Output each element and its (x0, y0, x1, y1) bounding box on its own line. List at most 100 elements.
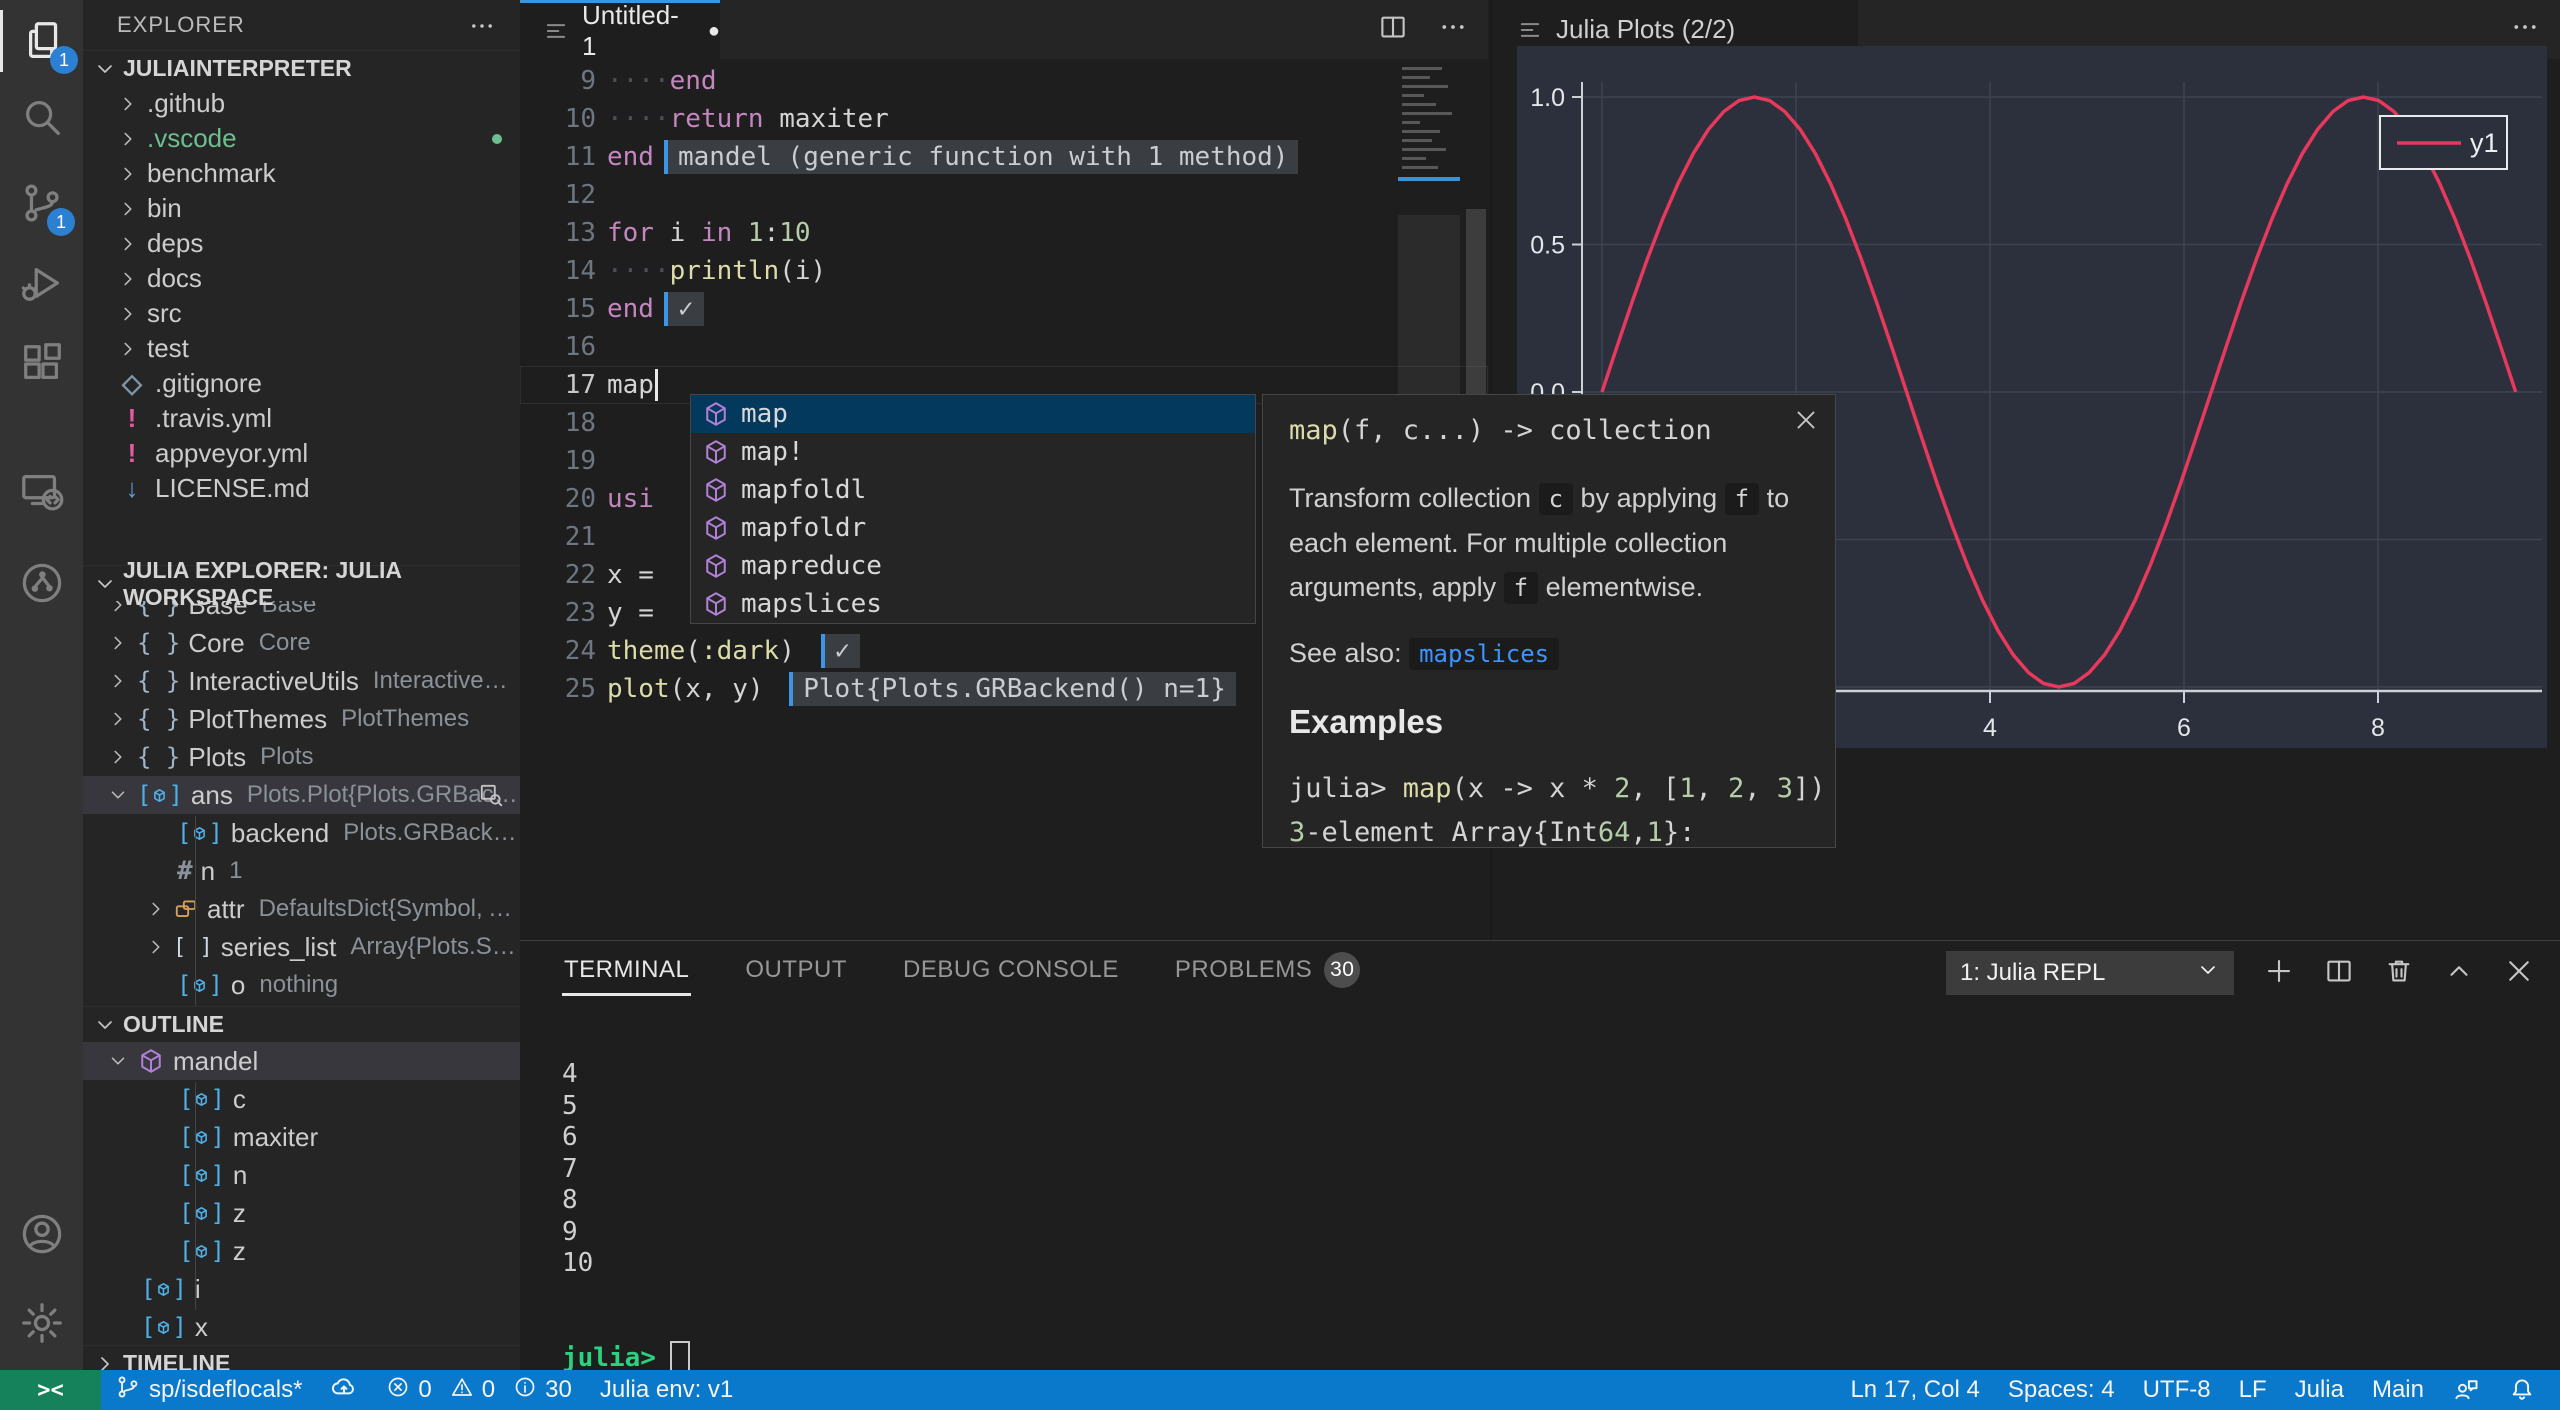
activitybar-remote-explorer-icon[interactable] (0, 460, 83, 522)
tree-item-bin[interactable]: bin (83, 191, 520, 226)
panel-tab-terminal[interactable]: TERMINAL (562, 942, 692, 998)
split-editor-icon[interactable] (1378, 12, 1408, 47)
open-preview-icon[interactable] (478, 782, 504, 808)
section-header-juliainterpreter[interactable]: JULIAINTERPRETER (83, 50, 520, 86)
tree-item-PlotThemes[interactable]: { } PlotThemes PlotThemes (83, 700, 520, 738)
tree-item-x[interactable]: [] x (83, 1308, 520, 1346)
mapslices-link[interactable]: mapslices (1409, 638, 1560, 670)
tree-item-z[interactable]: [] z (83, 1232, 520, 1270)
statusbar-spaces-4[interactable]: Spaces: 4 (1994, 1370, 2129, 1410)
suggest-item-mapreduce[interactable]: mapreduce (691, 547, 1255, 585)
sync-button[interactable] (316, 1370, 372, 1410)
tree-item-benchmark[interactable]: benchmark (83, 156, 520, 191)
tree-item-src[interactable]: src (83, 296, 520, 331)
code-line-11[interactable]: 11 end mandel (generic function with 1 met… (520, 138, 1488, 176)
code-line-12[interactable]: 12 (520, 176, 1488, 214)
activitybar-source-control-icon[interactable]: 1 (0, 172, 83, 236)
tree-item-mandel[interactable]: mandel (83, 1042, 520, 1080)
code-line-10[interactable]: 10 ···· return maxiter (520, 100, 1488, 138)
statusbar-julia[interactable]: Julia (2281, 1370, 2358, 1410)
tree-item-Plots[interactable]: { } Plots Plots (83, 738, 520, 776)
section-project: JULIAINTERPRETER .github .vscode benchmark… (83, 50, 520, 506)
struct-icon: [] (177, 819, 223, 847)
svg-text:y1: y1 (2470, 128, 2499, 158)
code-line-16[interactable]: 16 (520, 328, 1488, 366)
close-icon[interactable] (1793, 407, 1819, 438)
tree-item-Core[interactable]: { } Core Core (83, 624, 520, 662)
feedback-button[interactable] (2438, 1370, 2494, 1410)
activitybar-settings-icon[interactable] (0, 1292, 83, 1354)
tree-item-.gitignore[interactable]: ◇ .gitignore (83, 366, 520, 401)
chevron (124, 307, 132, 320)
tree-item-docs[interactable]: docs (83, 261, 520, 296)
git-branch[interactable]: sp/isdeflocals* (101, 1370, 316, 1410)
section-header-julia-workspace[interactable]: JULIA EXPLORER: JULIA WORKSPACE (83, 557, 520, 610)
tree-item-appveyor.yml[interactable]: ! appveyor.yml (83, 436, 520, 471)
more-actions-icon[interactable] (2510, 12, 2540, 47)
terminal-output[interactable]: 4 5 6 7 8 9 10 (562, 1059, 593, 1280)
activitybar-search-icon[interactable] (0, 86, 83, 148)
new-terminal-icon[interactable] (2264, 956, 2294, 991)
statusbar-main[interactable]: Main (2358, 1370, 2438, 1410)
tree-item-deps[interactable]: deps (83, 226, 520, 261)
tab-untitled-1[interactable]: Untitled-1 ● (520, 0, 720, 61)
tree-item-series_list[interactable]: [ ] series_list Array{Plots.Seri... (83, 928, 520, 966)
maximize-panel-icon[interactable] (2444, 956, 2474, 991)
kill-terminal-icon[interactable] (2384, 956, 2414, 991)
notifications-button[interactable] (2494, 1370, 2550, 1410)
line-number: 11 (564, 142, 596, 172)
tree-item-z[interactable]: [] z (83, 1194, 520, 1232)
chevron-right-icon (107, 632, 129, 654)
close-panel-icon[interactable] (2504, 956, 2534, 991)
terminal-selector[interactable]: 1: Julia REPL (1946, 951, 2234, 995)
tree-item-.vscode[interactable]: .vscode (83, 121, 520, 156)
tree-item-n[interactable]: [] n (83, 1156, 520, 1194)
activitybar-explorer-icon[interactable]: 1 (0, 10, 86, 74)
tree-item-n[interactable]: # n 1 (83, 852, 520, 890)
suggest-item-mapslices[interactable]: mapslices (691, 585, 1255, 623)
tree-item-o[interactable]: [] o nothing (83, 966, 520, 1004)
tree-item-InteractiveUtils[interactable]: { } InteractiveUtils InteractiveUtils (83, 662, 520, 700)
code-line-9[interactable]: 9 ···· end (520, 62, 1488, 100)
code-line-13[interactable]: 13 for i in 1:10 (520, 214, 1488, 252)
item-label: InteractiveUtils (188, 665, 359, 696)
code-line-14[interactable]: 14 ···· println (i) (520, 252, 1488, 290)
section-header-outline[interactable]: OUTLINE (83, 1006, 520, 1042)
tree-item-maxiter[interactable]: [] maxiter (83, 1118, 520, 1156)
suggest-item-map[interactable]: map (691, 395, 1255, 433)
item-label: n (200, 855, 216, 886)
code-line-15[interactable]: 15 end ✓ (520, 290, 1488, 328)
activitybar-account-icon[interactable] (0, 1203, 83, 1265)
namespace-icon: { } (137, 667, 181, 695)
panel-tab-output[interactable]: OUTPUT (743, 942, 849, 998)
julia-env[interactable]: Julia env: v1 (586, 1370, 747, 1410)
tree-item-backend[interactable]: []backend Plots.GRBackend() (83, 814, 520, 852)
tree-item-.travis.yml[interactable]: ! .travis.yml (83, 401, 520, 436)
sidebar-more-actions-icon[interactable] (468, 12, 496, 46)
section-timeline: TIMELINE (83, 1345, 520, 1370)
activitybar-run-debug-icon[interactable] (0, 252, 83, 314)
suggest-item-map![interactable]: map! (691, 433, 1255, 471)
tree-item-i[interactable]: [] i (83, 1270, 520, 1308)
panel-tab-problems[interactable]: PROBLEMS 30 (1173, 938, 1362, 1002)
tree-item-test[interactable]: test (83, 331, 520, 366)
tree-item-c[interactable]: [] c (83, 1080, 520, 1118)
tree-item-LICENSE.md[interactable]: ↓ LICENSE.md (83, 471, 520, 506)
more-actions-icon[interactable] (1438, 12, 1468, 47)
statusbar-ln-17-col-4[interactable]: Ln 17, Col 4 (1836, 1370, 1993, 1410)
split-terminal-icon[interactable] (2324, 956, 2354, 991)
tree-item-attr[interactable]: attr DefaultsDict{Symbol, A... (83, 890, 520, 928)
activitybar-extensions-icon[interactable] (0, 332, 83, 394)
section-header-timeline[interactable]: TIMELINE (83, 1345, 520, 1370)
remote-indicator[interactable]: >< (0, 1370, 101, 1410)
tree-item-.github[interactable]: .github (83, 86, 520, 121)
statusbar-utf-8[interactable]: UTF-8 (2129, 1370, 2225, 1410)
panel-tab-debug-console[interactable]: DEBUG CONSOLE (901, 942, 1121, 998)
suggest-item-mapfoldl[interactable]: mapfoldl (691, 471, 1255, 509)
activitybar-julia-icon[interactable] (0, 552, 83, 614)
inline-result: mandel (generic function with 1 method) (663, 140, 1299, 174)
tree-item-ans[interactable]: [] ans Plots.Plot{Plots.GRBack... (83, 776, 520, 814)
statusbar-lf[interactable]: LF (2225, 1370, 2281, 1410)
problems-summary[interactable]: 0 0 30 (372, 1370, 585, 1410)
suggest-item-mapfoldr[interactable]: mapfoldr (691, 509, 1255, 547)
